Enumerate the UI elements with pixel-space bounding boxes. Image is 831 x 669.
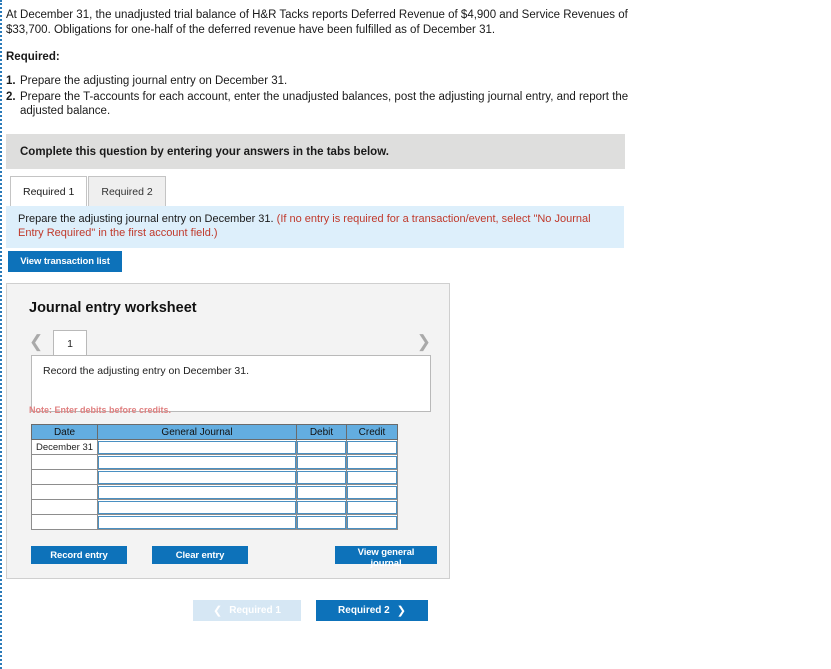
journal-table-header-row: Date General Journal Debit Credit — [31, 424, 398, 440]
credit-input[interactable] — [347, 470, 397, 484]
journal-table-body: December 31 — [31, 439, 398, 530]
requirement-tabs: Required 1 Required 2 — [10, 176, 167, 206]
debit-input[interactable] — [297, 515, 346, 529]
record-prompt-box: Record the adjusting entry on December 3… — [31, 355, 431, 412]
cell-credit[interactable] — [346, 454, 398, 470]
complete-question-bar: Complete this question by entering your … — [6, 134, 625, 169]
cell-credit[interactable] — [346, 499, 398, 515]
record-entry-button[interactable]: Record entry — [31, 546, 127, 564]
table-row — [31, 514, 398, 530]
cell-credit[interactable] — [346, 484, 398, 500]
cell-date — [31, 514, 98, 530]
clear-entry-button[interactable]: Clear entry — [152, 546, 248, 564]
view-general-journal-button[interactable]: View general journal — [335, 546, 437, 569]
general-journal-input[interactable] — [98, 500, 296, 514]
table-row — [31, 454, 398, 470]
cell-debit[interactable] — [296, 514, 347, 530]
bottom-navigation: ❮ Required 1 Required 2 ❯ — [193, 600, 428, 621]
column-header-credit: Credit — [346, 424, 398, 440]
tab-required-1[interactable]: Required 1 — [10, 176, 88, 206]
cell-general-journal[interactable] — [97, 484, 297, 500]
requirement-item: 1. Prepare the adjusting journal entry o… — [6, 74, 646, 89]
requirement-instruction-banner: Prepare the adjusting journal entry on D… — [6, 206, 624, 248]
tab-required-2[interactable]: Required 2 — [88, 176, 166, 206]
cell-debit[interactable] — [296, 454, 347, 470]
general-journal-input[interactable] — [98, 455, 296, 469]
complete-question-text: Complete this question by entering your … — [20, 145, 389, 158]
requirements-list: 1. Prepare the adjusting journal entry o… — [6, 74, 646, 119]
debit-input[interactable] — [297, 440, 346, 454]
nav-previous-required-1-button[interactable]: ❮ Required 1 — [193, 600, 301, 621]
table-row: December 31 — [31, 439, 398, 455]
cell-credit[interactable] — [346, 439, 398, 455]
problem-statement: At December 31, the unadjusted trial bal… — [6, 8, 646, 120]
page-left-rail — [0, 0, 2, 669]
credit-input[interactable] — [347, 440, 397, 454]
requirement-number: 1. — [6, 75, 16, 87]
cell-debit[interactable] — [296, 469, 347, 485]
table-row — [31, 484, 398, 500]
cell-debit[interactable] — [296, 499, 347, 515]
general-journal-input[interactable] — [98, 440, 296, 454]
cell-credit[interactable] — [346, 469, 398, 485]
journal-entry-table: Date General Journal Debit Credit Decemb… — [31, 424, 398, 530]
debit-input[interactable] — [297, 500, 346, 514]
credit-input[interactable] — [347, 500, 397, 514]
worksheet-title: Journal entry worksheet — [29, 300, 197, 316]
general-journal-input[interactable] — [98, 515, 296, 529]
cell-credit[interactable] — [346, 514, 398, 530]
credit-input[interactable] — [347, 515, 397, 529]
column-header-debit: Debit — [296, 424, 347, 440]
chevron-left-icon: ❮ — [213, 605, 223, 617]
debit-input[interactable] — [297, 470, 346, 484]
cell-general-journal[interactable] — [97, 514, 297, 530]
general-journal-input[interactable] — [98, 485, 296, 499]
debit-input[interactable] — [297, 485, 346, 499]
cell-date — [31, 499, 98, 515]
nav-next-required-2-button[interactable]: Required 2 ❯ — [316, 600, 428, 621]
requirement-text: Prepare the T-accounts for each account,… — [20, 90, 629, 118]
debit-input[interactable] — [297, 455, 346, 469]
chevron-right-icon: ❯ — [396, 605, 406, 617]
instruction-main-text: Prepare the adjusting journal entry on D… — [18, 213, 277, 225]
table-row — [31, 469, 398, 485]
cell-general-journal[interactable] — [97, 469, 297, 485]
journal-table-head: Date General Journal Debit Credit — [31, 424, 398, 440]
general-journal-input[interactable] — [98, 470, 296, 484]
worksheet-page-tab-1[interactable]: 1 — [53, 330, 87, 356]
problem-paragraph: At December 31, the unadjusted trial bal… — [6, 9, 628, 36]
page-root: At December 31, the unadjusted trial bal… — [0, 0, 831, 669]
debits-before-credits-note: Note: Enter debits before credits. — [29, 405, 172, 415]
credit-input[interactable] — [347, 455, 397, 469]
requirement-instruction-paragraph: Prepare the adjusting journal entry on D… — [18, 213, 612, 240]
cell-general-journal[interactable] — [97, 454, 297, 470]
required-heading: Required: — [6, 51, 60, 63]
cell-general-journal[interactable] — [97, 499, 297, 515]
column-header-general-journal: General Journal — [97, 424, 297, 440]
worksheet-pager: ❮ 1 ❯ — [29, 330, 431, 358]
view-transaction-list-button[interactable]: View transaction list — [8, 251, 122, 272]
cell-date — [31, 469, 98, 485]
record-prompt-text: Record the adjusting entry on December 3… — [43, 365, 250, 377]
nav-previous-label: Required 1 — [229, 605, 281, 616]
credit-input[interactable] — [347, 485, 397, 499]
requirement-text: Prepare the adjusting journal entry on D… — [20, 75, 288, 87]
cell-debit[interactable] — [296, 439, 347, 455]
journal-entry-worksheet-panel: Journal entry worksheet ❮ 1 ❯ Record the… — [6, 283, 450, 579]
cell-debit[interactable] — [296, 484, 347, 500]
chevron-left-icon[interactable]: ❮ — [29, 332, 43, 352]
table-row — [31, 499, 398, 515]
chevron-right-icon[interactable]: ❯ — [417, 332, 431, 352]
cell-date: December 31 — [31, 439, 98, 455]
column-header-date: Date — [31, 424, 98, 440]
requirement-number: 2. — [6, 90, 16, 103]
cell-date — [31, 454, 98, 470]
requirement-item: 2. Prepare the T-accounts for each accou… — [6, 90, 646, 119]
nav-next-label: Required 2 — [338, 605, 390, 616]
cell-date — [31, 484, 98, 500]
cell-general-journal[interactable] — [97, 439, 297, 455]
